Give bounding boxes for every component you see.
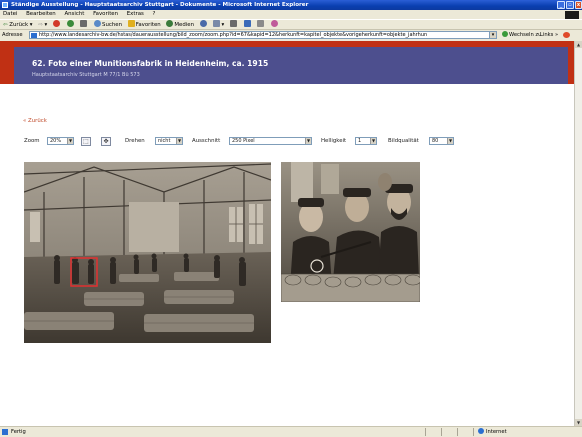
- stop-icon[interactable]: [52, 20, 61, 30]
- title-bar: Ständige Ausstellung - Hauptstaatsarchiv…: [0, 0, 582, 10]
- zoom-value: 20%: [50, 138, 62, 144]
- toolbar: ⇦ Zurück ▾ ⇨ ▾ Suchen Favoriten Medien ▾: [0, 19, 582, 30]
- links-label: Links: [540, 32, 554, 38]
- close-button[interactable]: x: [575, 1, 582, 9]
- vertical-scrollbar[interactable]: ▲ ▼: [574, 41, 582, 426]
- back-button[interactable]: ⇦ Zurück ▾: [3, 20, 33, 30]
- address-input[interactable]: http://www.landesarchiv-bw.de/hstas/daue…: [29, 31, 497, 39]
- forward-button[interactable]: ⇨ ▾: [38, 20, 47, 30]
- browser-window: Ständige Ausstellung - Hauptstaatsarchiv…: [0, 0, 582, 437]
- menu-help[interactable]: ?: [153, 11, 156, 17]
- go-icon: [502, 31, 508, 37]
- rotate-label: Drehen: [125, 138, 145, 144]
- windows-logo-icon: [565, 11, 579, 19]
- status-divider: [441, 428, 442, 436]
- refresh-icon[interactable]: [66, 20, 75, 30]
- globe-icon: [478, 428, 484, 434]
- rotate-value: nicht: [158, 138, 171, 144]
- crop-label: Ausschnitt: [192, 138, 221, 144]
- search-icon: [94, 20, 102, 27]
- chevron-down-icon: ▼: [67, 138, 73, 144]
- menu-bar: Datei Bearbeiten Ansicht Favoriten Extra…: [0, 10, 582, 19]
- address-dropdown-button[interactable]: ▾: [489, 31, 497, 39]
- go-button[interactable]: Wechseln zu: [502, 30, 541, 40]
- history-icon[interactable]: [199, 20, 208, 30]
- page-header: 62. Foto einer Munitionsfabrik in Heiden…: [14, 47, 568, 84]
- back-link[interactable]: « Zurück: [23, 118, 47, 124]
- media-label: Medien: [174, 22, 195, 28]
- search-button[interactable]: Suchen: [94, 20, 122, 30]
- factory-photo-image: [24, 162, 271, 343]
- favorites-label: Favoriten: [135, 22, 161, 28]
- menu-datei[interactable]: Datei: [3, 11, 17, 17]
- links-button[interactable]: Links »: [540, 30, 558, 40]
- quality-value: 80: [432, 138, 439, 144]
- page-subtitle: Hauptstaatsarchiv Stuttgart M 77/1 Bü 57…: [32, 72, 140, 78]
- quality-label: Bildqualität: [388, 138, 419, 144]
- security-zone: Internet: [478, 427, 507, 437]
- brightness-label: Helligkeit: [321, 138, 347, 144]
- address-url: http://www.landesarchiv-bw.de/hstas/daue…: [39, 32, 428, 38]
- menu-ansicht[interactable]: Ansicht: [64, 11, 84, 17]
- brightness-select[interactable]: 1 ▼: [355, 137, 377, 145]
- chevron-down-icon: ▼: [176, 138, 182, 144]
- chevron-down-icon: ▼: [370, 138, 376, 144]
- crop-value: 250 Pixel: [232, 138, 255, 144]
- zoom-select[interactable]: 20% ▼: [47, 137, 74, 145]
- factory-photo[interactable]: [24, 162, 271, 343]
- maximize-button[interactable]: ▫: [566, 1, 574, 9]
- mail-icon[interactable]: ▾: [213, 20, 224, 30]
- window-title: Ständige Ausstellung - Hauptstaatsarchiv…: [11, 2, 309, 8]
- search-label: Suchen: [102, 22, 122, 28]
- status-divider: [457, 428, 458, 436]
- toolbar-extra-icon[interactable]: [563, 32, 570, 38]
- go-label: Wechseln zu: [509, 32, 542, 38]
- zoom-detail-photo: [281, 162, 420, 302]
- edit-icon[interactable]: [243, 20, 252, 30]
- move-icon[interactable]: ✥: [101, 137, 111, 146]
- menu-favoriten[interactable]: Favoriten: [93, 11, 118, 17]
- menu-extras[interactable]: Extras: [127, 11, 144, 17]
- messenger-icon[interactable]: [271, 20, 279, 30]
- scroll-down-icon[interactable]: ▼: [575, 419, 582, 426]
- chevron-down-icon: ▼: [447, 138, 453, 144]
- zone-label: Internet: [486, 429, 507, 435]
- star-icon: [127, 20, 135, 27]
- chevron-down-icon: ▼: [305, 138, 311, 144]
- page-title: 62. Foto einer Munitionsfabrik in Heiden…: [32, 59, 269, 68]
- media-button[interactable]: Medien: [166, 20, 194, 30]
- rotate-select[interactable]: nicht ▼: [155, 137, 183, 145]
- page-status-icon: [2, 429, 8, 435]
- print-icon[interactable]: [229, 20, 238, 30]
- status-divider: [425, 428, 426, 436]
- status-bar: Fertig Internet: [0, 426, 582, 437]
- zoom-detail-image: [281, 162, 420, 302]
- fit-to-window-icon[interactable]: ⬚: [81, 137, 91, 146]
- back-label: Zurück: [9, 22, 29, 28]
- status-divider: [473, 428, 474, 436]
- menu-bearbeiten[interactable]: Bearbeiten: [26, 11, 56, 17]
- page-icon: [31, 33, 37, 38]
- brightness-value: 1: [358, 138, 362, 144]
- favorites-button[interactable]: Favoriten: [127, 20, 161, 30]
- media-icon: [166, 20, 174, 27]
- address-label: Adresse: [2, 32, 23, 38]
- ie-icon: [2, 2, 8, 8]
- scroll-up-icon[interactable]: ▲: [575, 41, 582, 48]
- status-text: Fertig: [11, 429, 26, 435]
- page-content: 62. Foto einer Munitionsfabrik in Heiden…: [0, 41, 574, 426]
- minimize-button[interactable]: _: [557, 1, 565, 9]
- quality-select[interactable]: 80 ▼: [429, 137, 454, 145]
- crop-select[interactable]: 250 Pixel ▼: [229, 137, 312, 145]
- address-bar: Adresse http://www.landesarchiv-bw.de/hs…: [0, 30, 582, 40]
- discuss-icon[interactable]: [257, 20, 265, 30]
- home-icon[interactable]: [80, 20, 88, 30]
- zoom-label: Zoom: [24, 138, 40, 144]
